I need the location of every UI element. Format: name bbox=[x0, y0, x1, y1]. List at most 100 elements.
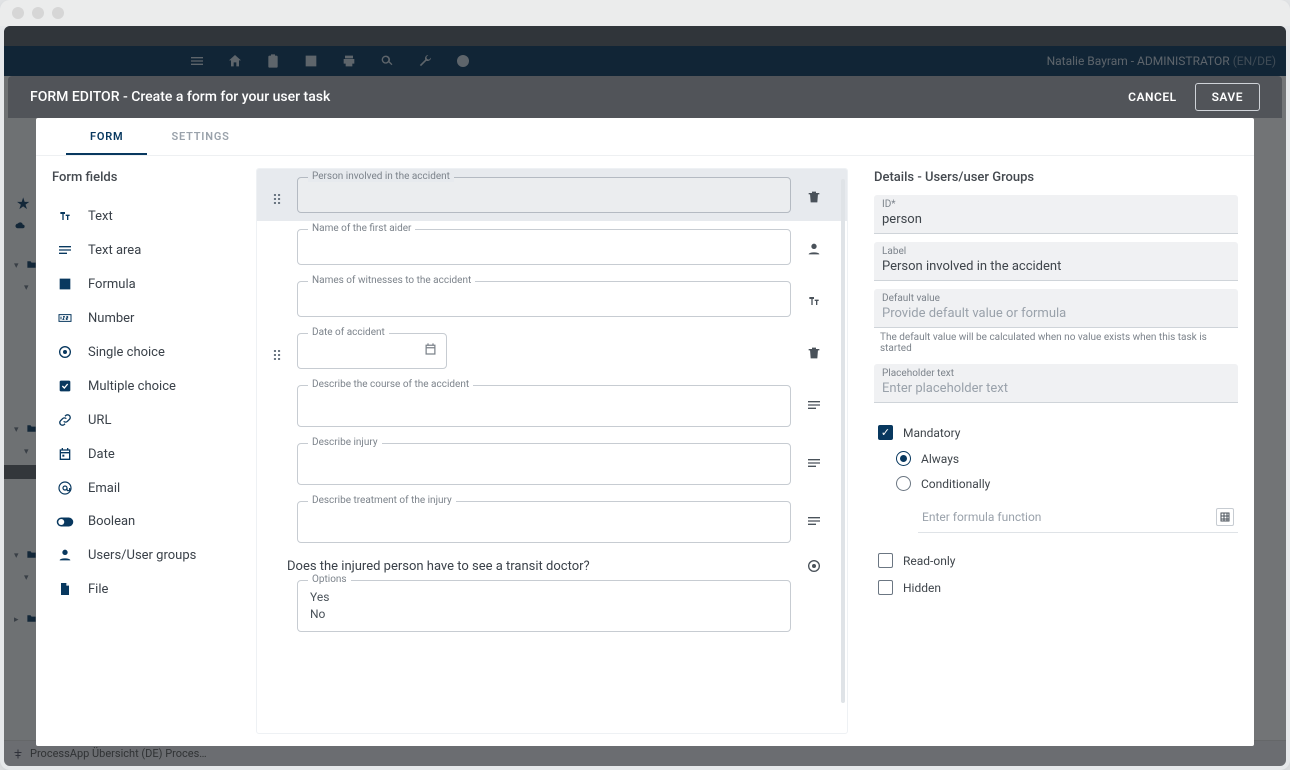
tab-form[interactable]: FORM bbox=[66, 118, 147, 155]
conditionally-label: Conditionally bbox=[921, 477, 990, 491]
palette-textarea[interactable]: Text area bbox=[50, 233, 248, 267]
default-help-text: The default value will be calculated whe… bbox=[880, 332, 1238, 354]
always-label: Always bbox=[921, 452, 959, 466]
palette-email[interactable]: Email bbox=[50, 471, 248, 505]
detail-default-field[interactable]: Default value Provide default value or f… bbox=[874, 289, 1238, 328]
palette-date[interactable]: Date bbox=[50, 437, 248, 471]
palette-file[interactable]: File bbox=[50, 572, 248, 606]
traffic-min[interactable] bbox=[32, 7, 44, 19]
field-type-indicator bbox=[801, 281, 827, 313]
toggle-icon bbox=[56, 516, 74, 528]
palette-multiple-choice[interactable]: Multiple choice bbox=[50, 369, 248, 403]
trash-icon bbox=[806, 345, 822, 361]
radio-checked-icon bbox=[896, 451, 911, 466]
text-icon bbox=[56, 208, 74, 224]
palette-label: Multiple choice bbox=[88, 379, 176, 394]
option-no: No bbox=[310, 606, 778, 623]
palette-boolean[interactable]: Boolean bbox=[50, 505, 248, 538]
save-button[interactable]: SAVE bbox=[1195, 83, 1260, 111]
mandatory-checkbox[interactable]: ✓ Mandatory bbox=[874, 419, 1238, 446]
palette-label: Single choice bbox=[88, 345, 165, 360]
canvas-field-injury[interactable]: ⠿ Describe injury bbox=[257, 435, 847, 493]
app-window: Natalie Bayram - ADMINISTRATOR (EN/DE) E… bbox=[0, 0, 1290, 770]
radio-icon bbox=[806, 558, 822, 574]
palette-number[interactable]: Number bbox=[50, 301, 248, 335]
palette-label: Text area bbox=[88, 243, 141, 258]
calendar-icon[interactable] bbox=[423, 342, 438, 361]
person-icon bbox=[56, 547, 74, 563]
drag-handle-icon[interactable]: ⠿ bbox=[267, 177, 287, 209]
formula-input-row[interactable]: Enter formula function bbox=[918, 502, 1238, 533]
cancel-button[interactable]: CANCEL bbox=[1128, 90, 1176, 104]
palette-label: Date bbox=[88, 447, 115, 462]
canvas-field-treatment[interactable]: ⠿ Describe treatment of the injury bbox=[257, 493, 847, 551]
field-type-indicator bbox=[801, 501, 827, 533]
palette-formula[interactable]: Formula bbox=[50, 267, 248, 301]
date-icon bbox=[56, 446, 74, 462]
checkbox-unchecked-icon bbox=[878, 553, 893, 568]
palette-text[interactable]: Text bbox=[50, 199, 248, 233]
modal-tabs: FORM SETTINGS bbox=[36, 118, 1254, 156]
traffic-max[interactable] bbox=[52, 7, 64, 19]
checkbox-checked-icon: ✓ bbox=[878, 425, 893, 440]
detail-label-field[interactable]: Label Person involved in the accident bbox=[874, 242, 1238, 281]
hidden-checkbox[interactable]: Hidden bbox=[874, 574, 1238, 601]
field-type-indicator bbox=[801, 443, 827, 475]
detail-placeholder-field[interactable]: Placeholder text Enter placeholder text bbox=[874, 364, 1238, 403]
scrollbar[interactable] bbox=[841, 179, 845, 703]
label-label: Label bbox=[882, 246, 1230, 257]
canvas-field-first-aider[interactable]: ⠿ Name of the first aider bbox=[257, 221, 847, 273]
canvas-field-person[interactable]: ⠿ Person involved in the accident bbox=[257, 169, 847, 221]
modal-header: FORM EDITOR - Create a form for your use… bbox=[8, 76, 1282, 118]
details-panel: Details - Users/user Groups ID* person L… bbox=[854, 156, 1254, 746]
readonly-checkbox[interactable]: Read-only bbox=[874, 547, 1238, 574]
canvas-field-date[interactable]: ⠿ Date of accident bbox=[257, 325, 847, 377]
radio-always[interactable]: Always bbox=[896, 446, 1238, 471]
hidden-label: Hidden bbox=[903, 581, 941, 595]
option-yes: Yes bbox=[310, 589, 778, 606]
field-type-indicator bbox=[801, 554, 827, 578]
palette-label: Users/User groups bbox=[88, 548, 196, 563]
number-icon bbox=[56, 310, 74, 326]
palette-users[interactable]: Users/User groups bbox=[50, 538, 248, 572]
person-icon bbox=[806, 241, 822, 257]
canvas-field-transit-doctor[interactable]: Does the injured person have to see a tr… bbox=[257, 551, 847, 646]
checkbox-unchecked-icon bbox=[878, 580, 893, 595]
formula-picker-button[interactable] bbox=[1216, 508, 1234, 526]
detail-id-field[interactable]: ID* person bbox=[874, 195, 1238, 234]
email-icon bbox=[56, 480, 74, 496]
textarea-icon bbox=[806, 397, 822, 413]
form-canvas: ⠿ Person involved in the accident ⠿ bbox=[256, 156, 854, 746]
textarea-icon bbox=[56, 242, 74, 258]
default-label: Default value bbox=[882, 293, 1230, 304]
palette-label: File bbox=[88, 582, 108, 597]
drag-handle-icon[interactable]: ⠿ bbox=[267, 333, 287, 365]
placeholder-placeholder: Enter placeholder text bbox=[882, 379, 1230, 398]
radio-unchecked-icon bbox=[896, 476, 911, 491]
palette-url[interactable]: URL bbox=[50, 403, 248, 437]
textarea-icon bbox=[806, 455, 822, 471]
text-icon bbox=[806, 293, 822, 309]
canvas-field-course[interactable]: ⠿ Describe the course of the accident bbox=[257, 377, 847, 435]
radio-conditionally[interactable]: Conditionally bbox=[896, 471, 1238, 496]
palette-label: Boolean bbox=[88, 514, 135, 529]
field-label: Names of witnesses to the accident bbox=[308, 275, 475, 286]
trash-icon bbox=[806, 189, 822, 205]
field-label: Date of accident bbox=[308, 327, 389, 338]
mandatory-label: Mandatory bbox=[903, 426, 960, 440]
delete-field-button[interactable] bbox=[801, 333, 827, 365]
canvas-field-witnesses[interactable]: ⠿ Names of witnesses to the accident bbox=[257, 273, 847, 325]
field-label: Describe injury bbox=[308, 437, 382, 448]
palette-single-choice[interactable]: Single choice bbox=[50, 335, 248, 369]
delete-field-button[interactable] bbox=[801, 177, 827, 209]
field-palette: Form fields Text Text area Formula bbox=[36, 156, 256, 746]
tab-settings[interactable]: SETTINGS bbox=[147, 118, 253, 155]
label-value: Person involved in the accident bbox=[882, 257, 1230, 276]
field-label: Person involved in the accident bbox=[308, 171, 454, 182]
palette-label: Number bbox=[88, 311, 134, 326]
traffic-close[interactable] bbox=[12, 7, 24, 19]
mandatory-mode-group: Always Conditionally bbox=[896, 446, 1238, 496]
field-label: Name of the first aider bbox=[308, 223, 415, 234]
field-type-indicator bbox=[801, 385, 827, 417]
details-heading: Details - Users/user Groups bbox=[874, 170, 1238, 185]
